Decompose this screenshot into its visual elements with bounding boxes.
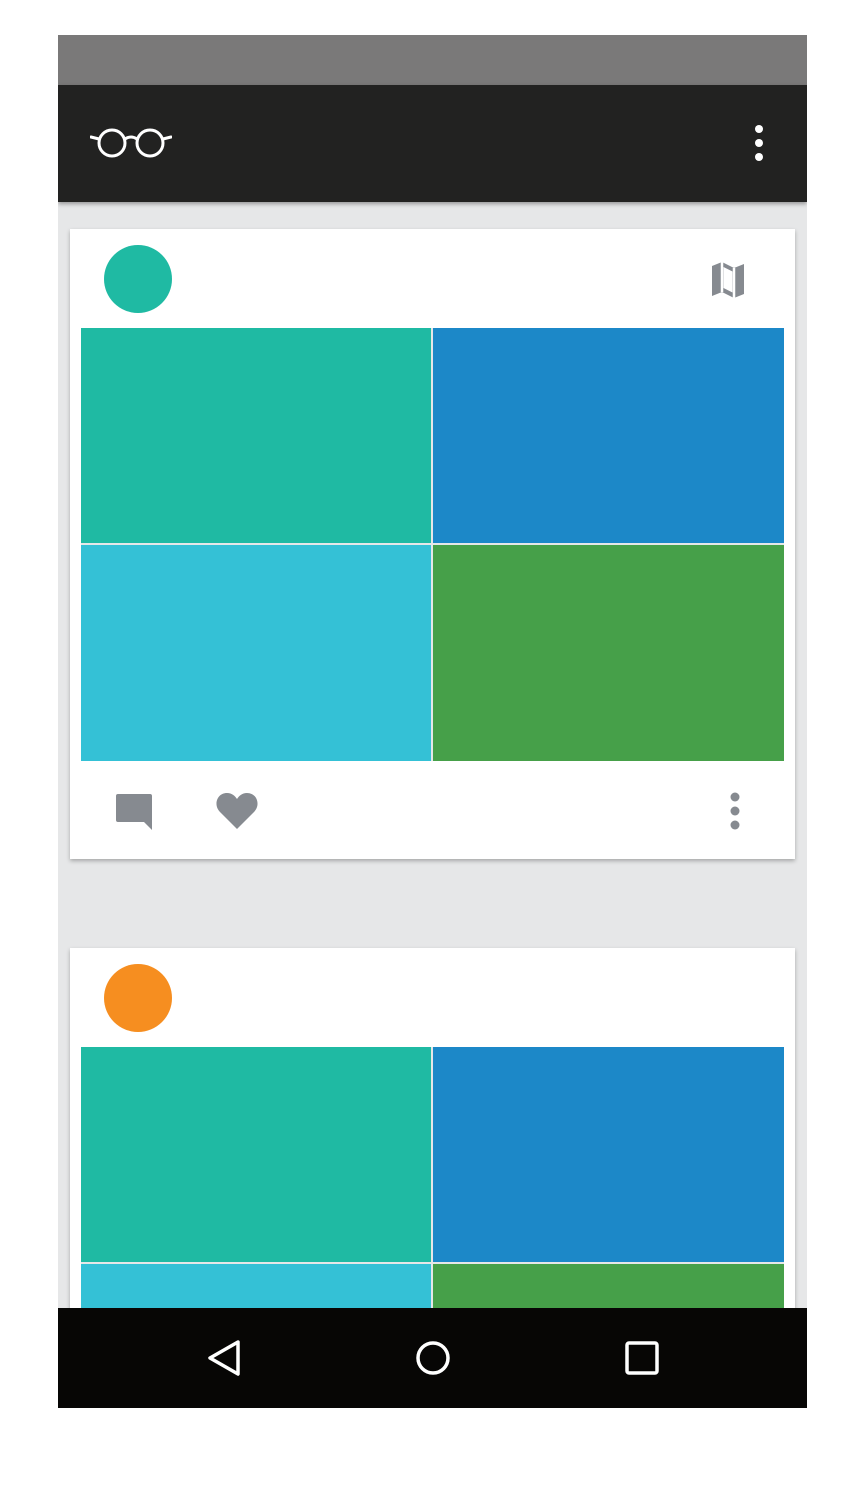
- phone-screen: [58, 35, 807, 1408]
- heart-icon[interactable]: [215, 791, 259, 831]
- more-vert-icon[interactable]: [746, 121, 772, 165]
- post-card: [70, 948, 795, 1308]
- photo-tile[interactable]: [81, 328, 431, 543]
- photo-tile[interactable]: [81, 545, 431, 761]
- post-card: [70, 229, 795, 859]
- post-actions: [70, 761, 795, 859]
- photo-tile[interactable]: [433, 1047, 784, 1262]
- app-bar: [58, 85, 807, 202]
- more-vert-icon[interactable]: [722, 789, 748, 833]
- recents-icon[interactable]: [620, 1336, 664, 1380]
- photo-grid: [81, 328, 784, 761]
- photo-grid: [81, 1047, 784, 1308]
- photo-tile[interactable]: [433, 545, 784, 761]
- photo-tile[interactable]: [81, 1264, 431, 1308]
- map-icon[interactable]: [706, 258, 750, 302]
- feed: [58, 202, 807, 1308]
- back-icon[interactable]: [202, 1336, 246, 1380]
- avatar[interactable]: [104, 964, 172, 1032]
- status-bar: [58, 35, 807, 85]
- photo-tile[interactable]: [81, 1047, 431, 1262]
- avatar[interactable]: [104, 245, 172, 313]
- glasses-icon[interactable]: [90, 126, 172, 160]
- photo-tile[interactable]: [433, 1264, 784, 1308]
- home-icon[interactable]: [411, 1336, 455, 1380]
- navigation-bar: [58, 1308, 807, 1408]
- photo-tile[interactable]: [433, 328, 784, 543]
- comment-icon[interactable]: [114, 792, 154, 832]
